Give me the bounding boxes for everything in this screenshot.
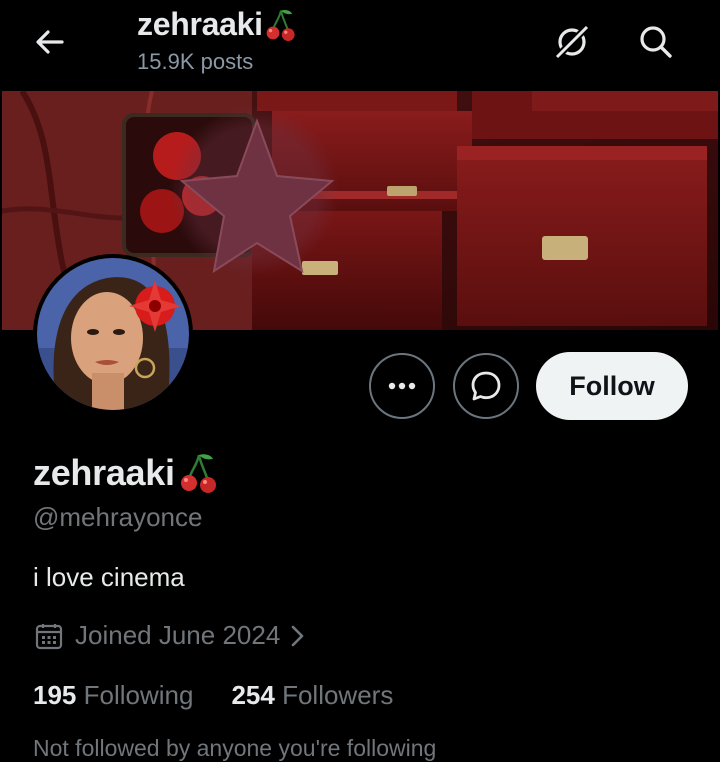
- display-name-row: zehraaki: [33, 451, 219, 495]
- cherries-icon: [266, 9, 295, 41]
- back-button[interactable]: [30, 22, 70, 62]
- search-button[interactable]: [636, 22, 676, 62]
- grok-button[interactable]: [552, 22, 592, 62]
- display-name: zehraaki: [33, 452, 175, 493]
- user-handle: @mehrayonce: [33, 502, 203, 532]
- profile-bio: i love cinema: [33, 562, 185, 592]
- header-title-block: zehraaki 15.9K posts: [137, 6, 297, 75]
- message-button[interactable]: [453, 353, 519, 419]
- message-icon: [471, 371, 501, 401]
- following-stat[interactable]: 195 Following: [33, 680, 193, 711]
- profile-header: zehraaki 15.9K posts: [0, 0, 720, 91]
- more-options-button[interactable]: [369, 353, 435, 419]
- grok-icon: [553, 23, 591, 61]
- following-label: Following: [83, 680, 194, 710]
- search-icon: [640, 26, 672, 58]
- cherries-icon: [180, 454, 216, 493]
- posts-count: 15.9K posts: [137, 49, 254, 74]
- following-count: 195: [33, 680, 77, 710]
- joined-text: Joined June 2024: [75, 620, 281, 650]
- profile-avatar[interactable]: [33, 254, 193, 414]
- chevron-right-icon: [291, 625, 304, 646]
- followers-stat[interactable]: 254 Followers: [231, 680, 393, 711]
- joined-date[interactable]: Joined June 2024: [35, 620, 308, 651]
- followed-by-text: Not followed by anyone you're following: [33, 735, 437, 761]
- avatar-image: [37, 258, 189, 410]
- followers-count: 254: [231, 680, 275, 710]
- more-icon: [388, 382, 416, 390]
- header-title: zehraaki: [137, 6, 263, 42]
- arrow-left-icon: [36, 30, 64, 54]
- follow-button[interactable]: Follow: [536, 352, 688, 420]
- followers-label: Followers: [282, 680, 394, 710]
- calendar-icon: [35, 623, 63, 649]
- follow-stats: 195 Following 254 Followers: [33, 680, 431, 711]
